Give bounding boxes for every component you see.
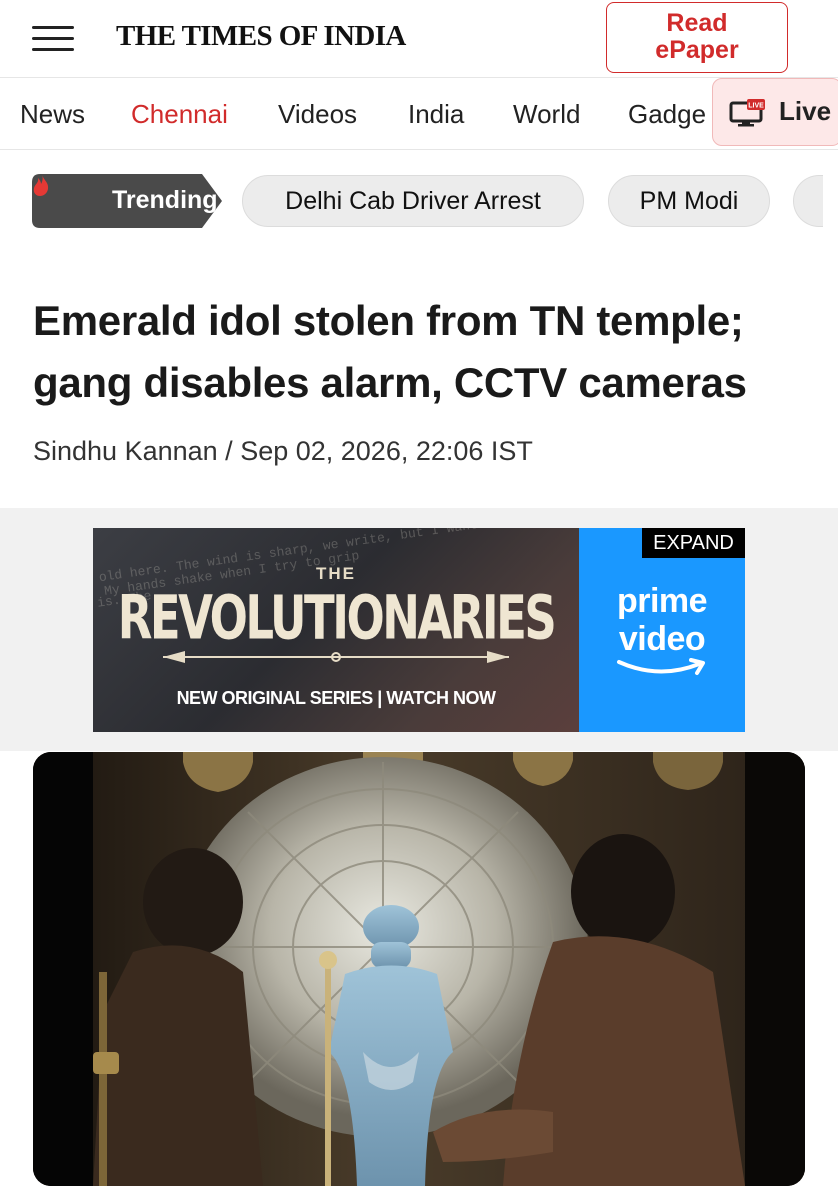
- ad-container: old here. The wind is sharp, we write, b…: [0, 508, 838, 751]
- nav-item-india[interactable]: India: [408, 99, 464, 130]
- flame-icon: [33, 174, 49, 196]
- site-logo[interactable]: THE TIMES OF INDIA: [116, 20, 406, 53]
- menu-icon[interactable]: [32, 26, 74, 52]
- byline-separator: /: [217, 436, 241, 466]
- prime-video-logo: prime video: [579, 582, 745, 658]
- ad-artwork: old here. The wind is sharp, we write, b…: [93, 528, 579, 732]
- nav-item-videos[interactable]: Videos: [278, 99, 357, 130]
- trending-topic-pm-modi[interactable]: PM Modi: [608, 175, 770, 227]
- article-headline: Emerald idol stolen from TN temple; gang…: [33, 297, 747, 406]
- prime-smile-icon: [617, 658, 705, 675]
- live-badge-text: LIVE: [748, 103, 764, 110]
- trending-topic-delhi-cab-driver-arrest[interactable]: Delhi Cab Driver Arrest: [242, 175, 584, 227]
- read-epaper-button[interactable]: Read ePaper: [606, 2, 788, 73]
- live-tv-icon: LIVE: [729, 99, 765, 127]
- ad-call-to-action: NEW ORIGINAL SERIES | WATCH NOW: [176, 688, 496, 708]
- ad-title: REVOLUTIONARIES: [117, 582, 557, 654]
- ad-rifle-divider: [163, 651, 509, 663]
- temple-idol-photo: [33, 752, 805, 1186]
- trending-topic-next[interactable]: [793, 175, 823, 227]
- section-nav: News Chennai Videos India World Gadge LI…: [0, 78, 838, 150]
- ad-expand-button[interactable]: EXPAND: [642, 528, 745, 558]
- prime-logo-line2: video: [618, 620, 706, 658]
- ad-banner[interactable]: old here. The wind is sharp, we write, b…: [93, 528, 745, 732]
- site-header: THE TIMES OF INDIA Read ePaper: [0, 0, 838, 78]
- epaper-label-line1: Read: [666, 9, 728, 37]
- nav-item-chennai[interactable]: Chennai: [131, 99, 228, 130]
- author-link[interactable]: Sindhu Kannan: [33, 436, 218, 466]
- publish-date: Sep 02, 2026, 22:06 IST: [240, 436, 533, 466]
- article-image[interactable]: [33, 752, 805, 1186]
- ad-title-small: THE: [316, 564, 356, 583]
- live-tv-button[interactable]: LIVE Live: [712, 78, 838, 146]
- nav-item-news[interactable]: News: [20, 99, 85, 130]
- nav-item-gadgets[interactable]: Gadge: [628, 99, 706, 130]
- trending-tag[interactable]: Trending: [32, 174, 222, 228]
- live-label: Live: [779, 96, 832, 126]
- prime-video-panel: EXPAND prime video: [579, 528, 745, 732]
- prime-logo-line1: prime: [616, 582, 708, 620]
- trending-label: Trending: [112, 186, 218, 214]
- epaper-label-line2: ePaper: [655, 36, 739, 64]
- nav-item-world[interactable]: World: [513, 99, 580, 130]
- article-byline: Sindhu Kannan / Sep 02, 2026, 22:06 IST: [33, 436, 533, 467]
